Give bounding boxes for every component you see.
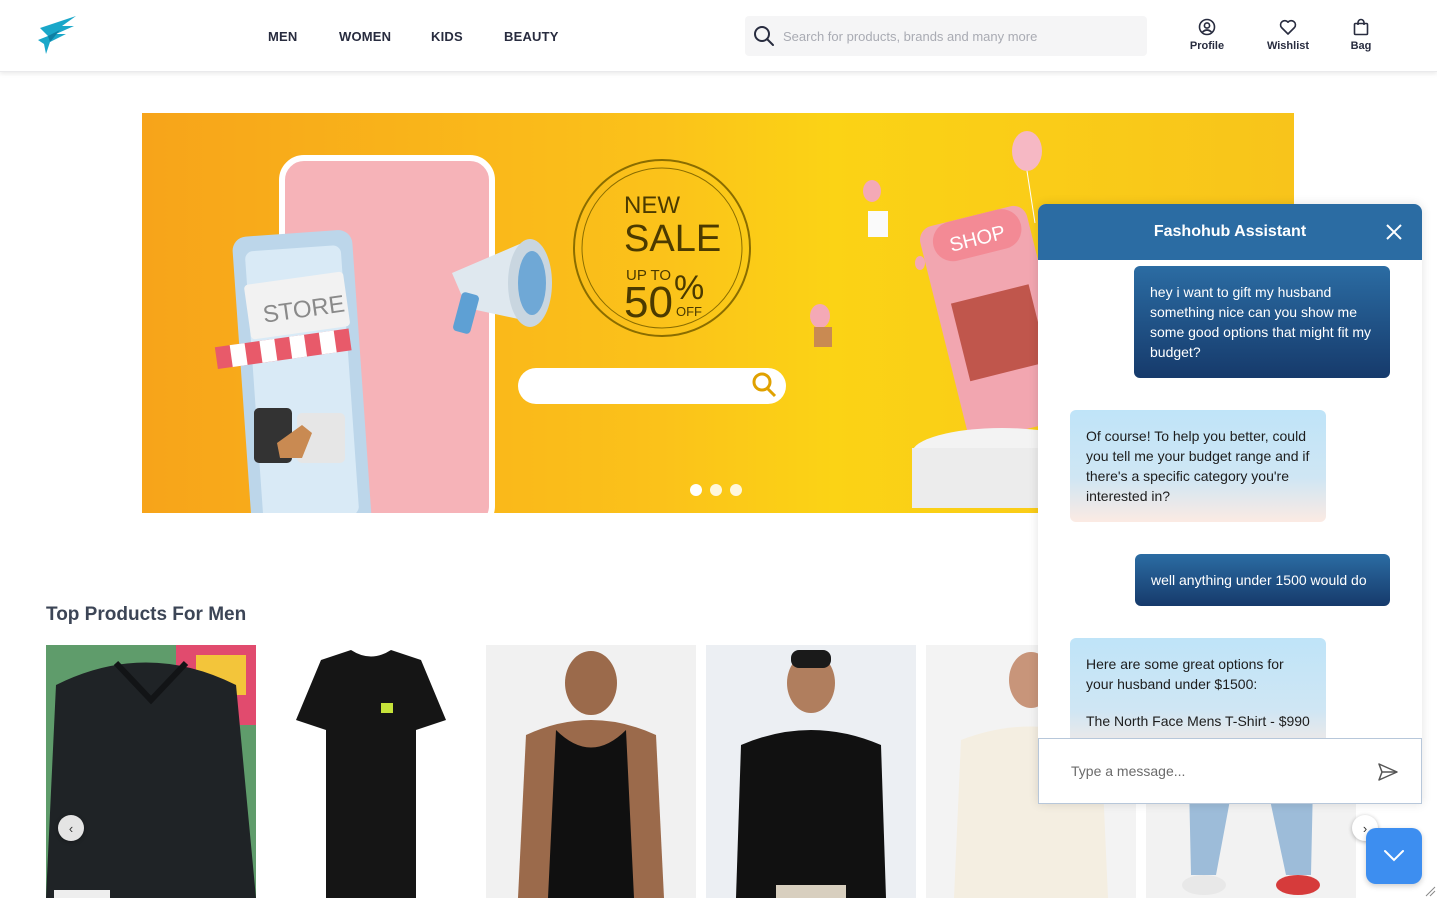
product-card[interactable]	[486, 645, 696, 898]
product-image	[266, 645, 476, 898]
search-bar	[745, 16, 1147, 56]
chat-header: Fashohub Assistant	[1038, 204, 1422, 260]
top-header: MEN WOMEN KIDS BEAUTY Profile Wishlist	[0, 0, 1437, 72]
chat-title: Fashohub Assistant	[1153, 223, 1307, 240]
carousel-dots	[690, 484, 742, 496]
chat-toggle-button[interactable]	[1366, 828, 1422, 884]
nav-beauty[interactable]: BEAUTY	[504, 29, 564, 44]
search-input[interactable]	[783, 16, 1133, 56]
carousel-dot-3[interactable]	[730, 484, 742, 496]
bag-label: Bag	[1350, 40, 1372, 52]
sale-new-text: NEW	[624, 192, 680, 219]
sale-number-text: 50	[624, 278, 673, 327]
sale-off-text: OFF	[676, 304, 702, 319]
carousel-dot-1[interactable]	[690, 484, 702, 496]
profile-label: Profile	[1189, 40, 1225, 52]
product-card[interactable]	[266, 645, 476, 898]
profile-button[interactable]: Profile	[1186, 18, 1228, 58]
bot-message: Of course! To help you better, could you…	[1070, 410, 1326, 522]
wishlist-button[interactable]: Wishlist	[1264, 18, 1312, 58]
bot-message-text: Here are some great options for your hus…	[1086, 656, 1284, 692]
nav-kids[interactable]: KIDS	[431, 29, 504, 44]
nav-women[interactable]: WOMEN	[339, 29, 431, 44]
wishlist-label: Wishlist	[1266, 40, 1310, 52]
sale-word-text: SALE	[624, 218, 721, 260]
carousel-prev-button[interactable]: ‹	[58, 815, 84, 841]
chat-message-input[interactable]	[1071, 763, 1361, 779]
section-title: Top Products For Men	[46, 604, 247, 625]
nav-men[interactable]: MEN	[268, 29, 339, 44]
bag-icon	[1353, 18, 1369, 36]
chevron-left-icon: ‹	[68, 820, 74, 836]
chat-messages[interactable]: hey i want to gift my husband something …	[1038, 260, 1422, 738]
resize-handle-icon[interactable]	[1424, 885, 1436, 897]
profile-icon	[1198, 18, 1216, 36]
close-icon[interactable]	[1384, 222, 1404, 242]
user-message: hey i want to gift my husband something …	[1134, 266, 1390, 378]
bot-message-item: The North Face Mens T-Shirt - $990	[1086, 713, 1310, 729]
search-icon[interactable]	[745, 16, 783, 56]
chat-widget: Fashohub Assistant hey i want to gift my…	[1038, 204, 1422, 804]
product-image	[486, 645, 696, 898]
product-image	[46, 645, 256, 898]
bird-logo-icon[interactable]	[36, 14, 80, 58]
chat-input-bar	[1038, 738, 1422, 804]
heart-icon	[1279, 19, 1297, 35]
carousel-dot-2[interactable]	[710, 484, 722, 496]
bot-message: Here are some great options for your hus…	[1070, 638, 1326, 738]
bag-button[interactable]: Bag	[1346, 18, 1376, 58]
product-image	[706, 645, 916, 898]
sale-percent-text: %	[674, 269, 704, 307]
product-card[interactable]	[706, 645, 916, 898]
chevron-down-icon	[1384, 850, 1404, 862]
send-icon[interactable]	[1377, 761, 1399, 783]
main-nav: MEN WOMEN KIDS BEAUTY	[268, 0, 564, 72]
user-message: well anything under 1500 would do	[1135, 554, 1390, 606]
product-card[interactable]	[46, 645, 256, 898]
